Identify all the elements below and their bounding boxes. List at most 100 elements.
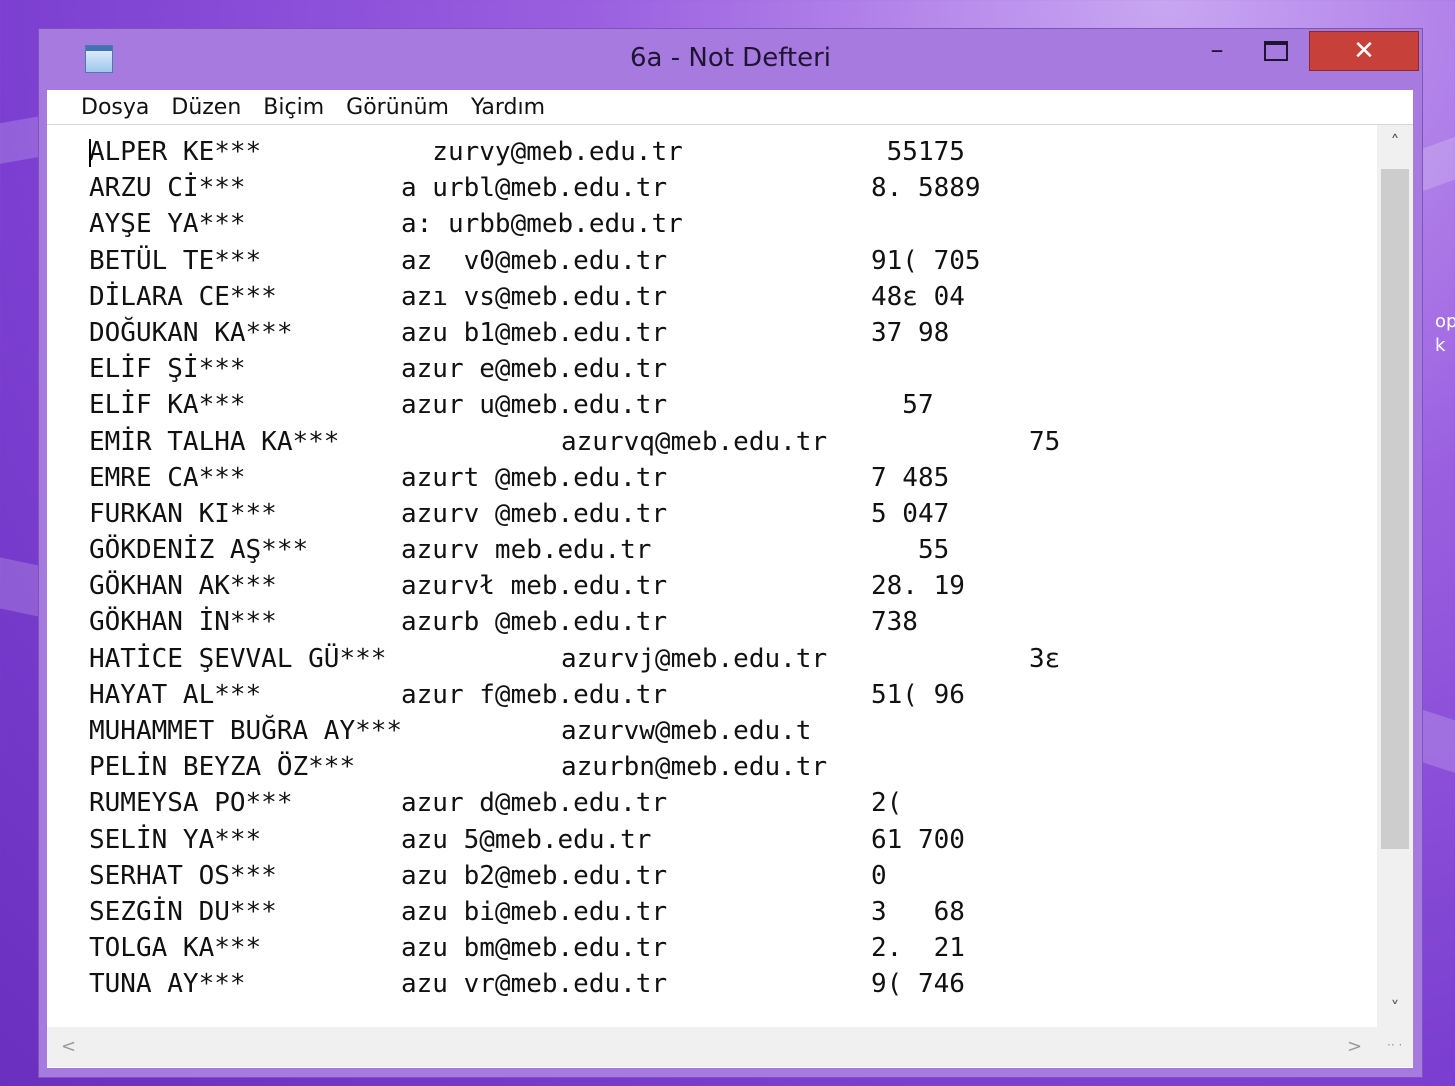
line-email: azurv meb.edu.tr [401,535,652,566]
line-num: 75 [1029,426,1061,457]
line-name: BETÜL TE*** [89,245,262,276]
line-name: GÖKDENİZ AŞ*** [89,535,309,566]
line-name: EMRE CA*** [89,462,246,493]
text-line: AYŞE YA*** a: urbb@meb.edu.tr [89,209,1369,245]
text-line: EMRE CA*** azurt @meb.edu.tr 7 485 [89,463,1369,499]
text-line: RUMEYSA PO*** azur d@meb.edu.tr 2( [89,788,1369,824]
menu-help[interactable]: Yardım [460,95,556,120]
text-cursor [89,139,91,167]
line-email: azurbn@meb.edu.tr [561,752,828,783]
line-name: SEZGİN DU*** [89,896,277,927]
line-email: azu vr@meb.edu.tr [401,969,668,1000]
close-button[interactable]: ✕ [1309,31,1419,71]
menu-file[interactable]: Dosya [47,95,160,120]
line-email: azurvq@meb.edu.tr [561,426,828,457]
line-num: 738 [871,607,918,638]
text-line: SELİN YA*** azu 5@meb.edu.tr 61 700 [89,825,1369,861]
line-num: 48ε 04 [871,281,965,312]
line-num: 51( 96 [871,679,965,710]
line-email: azu 5@meb.edu.tr [401,824,652,855]
maximize-icon [1264,41,1288,61]
text-line: MUHAMMET BUĞRA AY*** azurvw@meb.edu.t [89,716,1369,752]
line-name: ARZU Cİ*** [89,173,246,204]
line-name: RUMEYSA PO*** [89,788,293,819]
menu-format[interactable]: Biçim [252,95,335,120]
text-line: HATİCE ŞEVVAL GÜ*** azurvj@meb.edu.tr 3ε [89,644,1369,680]
text-line: DOĞUKAN KA*** azu b1@meb.edu.tr 37 98 [89,318,1369,354]
line-name: SERHAT OS*** [89,860,277,891]
notepad-window: 6a - Not Defteri – ✕ Dosya Düzen Biçim G… [38,28,1423,1078]
line-email: azur d@meb.edu.tr [401,788,668,819]
line-email: a: urbb@meb.edu.tr [401,209,683,240]
line-name: DOĞUKAN KA*** [89,317,293,348]
vertical-scroll-thumb[interactable] [1381,169,1409,849]
line-num: 9( 746 [871,969,965,1000]
line-name: ELİF Şİ*** [89,354,246,385]
line-name: GÖKHAN İN*** [89,607,277,638]
scroll-left-button[interactable]: < [61,1027,76,1067]
line-name: HAYAT AL*** [89,679,262,710]
text-line: GÖKHAN AK*** azurvł meb.edu.tr 28. 19 [89,571,1369,607]
line-name: TOLGA KA*** [89,933,262,964]
line-num: 7 485 [871,462,950,493]
line-num: 28. 19 [871,571,965,602]
minimize-button[interactable]: – [1197,31,1237,69]
text-editor[interactable]: ALPER KE*** zurvy@meb.edu.tr 55175 ARZU C… [47,125,1413,1068]
line-name: TUNA AY*** [89,969,246,1000]
line-name: AYŞE YA*** [89,209,246,240]
line-email: azurvj@meb.edu.tr [561,643,828,674]
line-name: DİLARA CE*** [89,281,277,312]
desktop-icon-label: op k [1435,311,1455,356]
line-num: 2( [871,788,903,819]
text-line: HAYAT AL*** azur f@meb.edu.tr 51( 96 [89,680,1369,716]
scroll-up-button[interactable]: ˄ [1377,125,1413,161]
line-num: 2. 21 [871,933,965,964]
text-line: SERHAT OS*** azu b2@meb.edu.tr 0 [89,861,1369,897]
menu-bar: Dosya Düzen Biçim Görünüm Yardım [47,90,1413,125]
line-num: 5 047 [871,498,950,529]
text-line: TUNA AY*** azu vr@meb.edu.tr 9( 746 [89,969,1369,1005]
title-bar[interactable]: 6a - Not Defteri – ✕ [39,29,1422,89]
line-name: PELİN BEYZA ÖZ*** [89,752,356,783]
line-name: HATİCE ŞEVVAL GÜ*** [89,643,387,674]
line-num: 55 [871,535,950,566]
text-line: ELİF KA*** azur u@meb.edu.tr 57 [89,390,1369,426]
text-line: DİLARA CE*** azı vs@meb.edu.tr 48ε 04 [89,282,1369,318]
scroll-down-button[interactable]: ˅ [1377,991,1413,1027]
line-email: azur e@meb.edu.tr [401,354,668,385]
line-email: az v0@meb.edu.tr [401,245,668,276]
text-line: ALPER KE*** zurvy@meb.edu.tr 55175 [89,137,1369,173]
text-line: GÖKDENİZ AŞ*** azurv meb.edu.tr 55 [89,535,1369,571]
text-line: ELİF Şİ*** azur e@meb.edu.tr [89,354,1369,390]
line-email: azurt @meb.edu.tr [401,462,668,493]
line-email: azur f@meb.edu.tr [401,679,668,710]
line-name: EMİR TALHA KA*** [89,426,340,457]
text-line: PELİN BEYZA ÖZ*** azurbn@meb.edu.tr [89,752,1369,788]
line-num: 57 [871,390,934,421]
line-email: azu b2@meb.edu.tr [401,860,668,891]
menu-view[interactable]: Görünüm [335,95,460,120]
line-email: azu bm@meb.edu.tr [401,933,668,964]
line-num: 8. 5889 [871,173,981,204]
maximize-button[interactable] [1251,31,1301,69]
text-content[interactable]: ALPER KE*** zurvy@meb.edu.tr 55175 ARZU C… [89,137,1369,1027]
line-name: ALPER KE*** [89,137,262,167]
horizontal-scrollbar[interactable]: < > ·· · [47,1027,1413,1067]
line-num: 0 [871,860,887,891]
line-num: 91( 705 [871,245,981,276]
scroll-right-button[interactable]: > [1347,1027,1362,1067]
line-email: azurvł meb.edu.tr [401,571,668,602]
vertical-scrollbar[interactable]: ˄ ˅ [1377,125,1413,1027]
line-name: MUHAMMET BUĞRA AY*** [89,716,403,746]
line-num: 37 98 [871,317,950,348]
line-email: azurv @meb.edu.tr [401,498,668,529]
line-num: 3ε [1029,643,1061,674]
resize-grip-icon[interactable]: ·· · [1387,1039,1403,1057]
line-email: azu b1@meb.edu.tr [401,317,668,348]
text-line: BETÜL TE*** az v0@meb.edu.tr 91( 705 [89,246,1369,282]
menu-edit[interactable]: Düzen [160,95,252,120]
text-line: GÖKHAN İN*** azurb @meb.edu.tr 738 [89,607,1369,643]
text-line: TOLGA KA*** azu bm@meb.edu.tr 2. 21 [89,933,1369,969]
line-email: azurvw@meb.edu.t [561,716,812,746]
line-name: FURKAN KI*** [89,498,277,529]
